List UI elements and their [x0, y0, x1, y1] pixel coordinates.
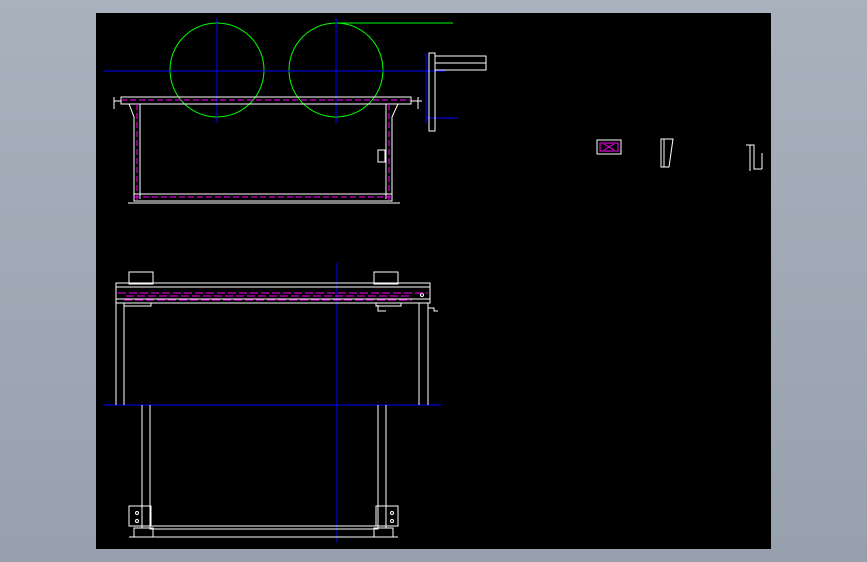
wedge-part-icon — [660, 138, 674, 168]
top-frame-outline — [113, 52, 487, 204]
part-details — [596, 138, 763, 171]
top-centerlines — [104, 18, 458, 123]
bracket-part-icon — [746, 144, 763, 171]
front-centerlines — [104, 263, 441, 543]
small-part-icon — [596, 139, 622, 155]
cad-drawing-viewport[interactable] — [96, 13, 771, 549]
cad-drawing — [104, 18, 763, 543]
front-view — [104, 263, 441, 543]
top-hidden-lines — [121, 99, 411, 201]
top-view — [104, 18, 487, 204]
